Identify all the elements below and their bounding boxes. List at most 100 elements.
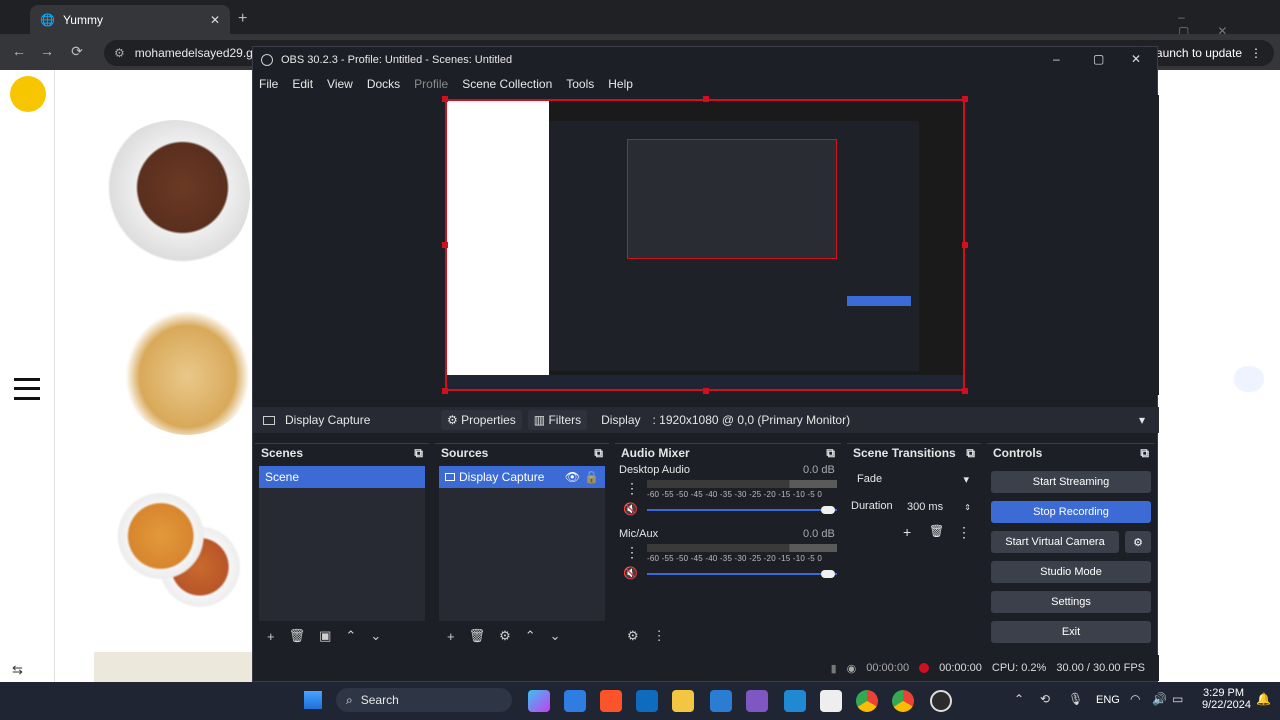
source-item[interactable]: Display Capture 👁 🔒 [439,466,605,488]
resize-handle-tm[interactable] [703,96,709,102]
resize-handle-mr[interactable] [962,242,968,248]
move-up-icon[interactable]: ⌃ [525,628,536,644]
settings-button[interactable]: Settings [991,591,1151,613]
battery-icon[interactable]: ▭ [1172,692,1183,706]
undock-icon[interactable]: ⧉ [414,446,423,461]
hamburger-menu-icon[interactable] [14,378,40,400]
stop-recording-button[interactable]: Stop Recording [991,501,1151,523]
remove-source-icon[interactable]: 🗑 [469,628,486,644]
exit-button[interactable]: Exit [991,621,1151,643]
browser-tab[interactable]: 🌐 Yummy ✕ [30,5,230,34]
add-transition-icon[interactable]: + [903,524,911,540]
move-down-icon[interactable]: ⌄ [550,628,561,644]
advanced-audio-icon[interactable]: ⚙ [627,628,639,644]
menu-edit[interactable]: Edit [292,77,313,91]
desktop-audio-slider-knob[interactable] [821,506,835,514]
menu-scene-collection[interactable]: Scene Collection [462,77,552,91]
site-info-icon[interactable]: ⚙ [114,46,125,60]
resize-handle-tl[interactable] [442,96,448,102]
lock-icon[interactable]: 🔒 [584,470,599,484]
transition-select[interactable]: Fade ▾ [851,468,975,490]
new-tab-icon[interactable]: + [238,10,247,28]
obs-minimize-icon[interactable]: – [1053,52,1060,66]
chrome-icon[interactable] [856,690,878,712]
start-streaming-button[interactable]: Start Streaming [991,471,1151,493]
word-icon[interactable] [710,690,732,712]
visual-studio-icon[interactable] [746,690,768,712]
microphone-icon[interactable]: 🎙 [1068,692,1083,706]
vscode-icon[interactable] [784,690,806,712]
menu-tools[interactable]: Tools [566,77,594,91]
duration-input[interactable]: 300 ms ⇕ [903,496,975,518]
copilot-icon[interactable] [528,690,550,712]
mixer-menu-icon[interactable]: ⋮ [653,628,666,644]
stream-time: 00:00:00 [866,662,910,674]
add-source-icon[interactable]: + [447,629,455,644]
resize-handle-br[interactable] [962,388,968,394]
move-down-icon[interactable]: ⌄ [370,628,381,644]
mic-aux-meter [647,544,837,552]
tray-chevron-icon[interactable]: ⌃ [1014,692,1024,706]
language-indicator[interactable]: ENG [1096,694,1120,706]
visibility-eye-icon[interactable]: 👁 [565,470,580,484]
taskbar-search[interactable]: ⌕ Search [336,688,512,712]
resize-handle-bm[interactable] [703,388,709,394]
close-tab-icon[interactable]: ✕ [210,13,220,27]
notion-icon[interactable] [820,690,842,712]
mic-aux-menu-icon[interactable]: ⋮ [625,544,639,561]
reload-icon[interactable]: ⟳ [66,43,88,60]
resize-handle-bl[interactable] [442,388,448,394]
virtual-camera-settings-icon[interactable]: ⚙ [1125,531,1151,553]
spinner-icon[interactable]: ⇕ [964,503,971,512]
undock-icon[interactable]: ⧉ [1140,446,1149,461]
resize-handle-tr[interactable] [962,96,968,102]
obs-maximize-icon[interactable]: ▢ [1093,52,1104,66]
move-up-icon[interactable]: ⌃ [345,628,356,644]
menu-help[interactable]: Help [608,77,633,91]
add-scene-icon[interactable]: + [267,629,275,644]
notification-icon[interactable]: 🔔 [1256,692,1271,706]
wifi-icon[interactable]: ◠ [1130,692,1140,706]
volume-icon[interactable]: 🔊 [1152,692,1167,706]
scene-filters-icon[interactable]: ▣ [319,628,331,644]
file-explorer-icon[interactable] [672,690,694,712]
remove-scene-icon[interactable]: 🗑 [289,628,306,644]
undock-icon[interactable]: ⧉ [966,446,975,461]
source-properties-icon[interactable]: ⚙ [499,628,511,644]
preview-canvas[interactable] [445,99,965,391]
menu-profile[interactable]: Profile [414,77,448,91]
properties-button[interactable]: ⚙ Properties [441,410,522,430]
filters-button[interactable]: ▥ Filters [527,410,588,430]
store-icon[interactable] [564,690,586,712]
brave-icon[interactable] [600,690,622,712]
resize-handle-ml[interactable] [442,242,448,248]
mic-aux-mute-icon[interactable]: 🔇 [623,566,638,580]
transition-menu-icon[interactable]: ⋮ [957,524,971,541]
outlook-icon[interactable] [636,690,658,712]
share-icon[interactable]: ⇆ [12,662,23,678]
clock[interactable]: 3:29 PM 9/22/2024 [1202,687,1251,711]
scene-item[interactable]: Scene [259,466,425,488]
undock-icon[interactable]: ⧉ [594,446,603,461]
forward-icon[interactable]: → [36,43,58,59]
undock-icon[interactable]: ⧉ [826,446,835,461]
start-virtual-camera-button[interactable]: Start Virtual Camera [991,531,1119,553]
remove-transition-icon[interactable]: 🗑 [929,524,944,538]
obs-taskbar-icon[interactable] [930,690,952,712]
chrome-profile-icon[interactable] [892,690,914,712]
studio-mode-button[interactable]: Studio Mode [991,561,1151,583]
menu-docks[interactable]: Docks [367,77,400,91]
windows-start-icon[interactable] [304,691,322,709]
menu-view[interactable]: View [327,77,353,91]
desktop-audio-mute-icon[interactable]: 🔇 [623,502,638,516]
mic-aux-volume-slider[interactable] [647,573,837,575]
desktop-audio-menu-icon[interactable]: ⋮ [625,480,639,497]
menu-file[interactable]: File [259,77,278,91]
back-icon[interactable]: ← [8,43,30,59]
desktop-audio-volume-slider[interactable] [647,509,837,511]
display-select[interactable]: : 1920x1080 @ 0,0 (Primary Monitor) ▾ [653,413,1160,427]
mic-aux-slider-knob[interactable] [821,570,835,578]
bowls-image [110,480,255,620]
tray-app-icon[interactable]: ⟲ [1040,692,1050,706]
obs-close-icon[interactable]: ✕ [1131,52,1141,66]
